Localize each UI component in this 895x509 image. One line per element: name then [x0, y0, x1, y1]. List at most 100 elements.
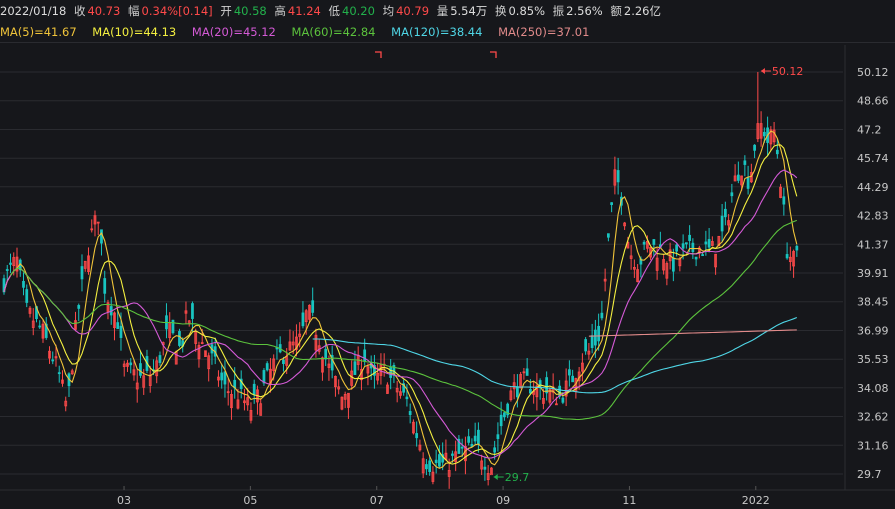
- candle-body: [363, 349, 367, 362]
- candle-body: [701, 254, 704, 257]
- y-tick-label: 38.45: [857, 296, 889, 309]
- candle-body: [743, 160, 747, 165]
- candle-body: [499, 414, 503, 427]
- candle-body: [561, 397, 565, 403]
- candle-body: [178, 331, 181, 346]
- x-tick-label: 09: [496, 494, 510, 507]
- candle-body: [434, 459, 438, 464]
- candle-body: [57, 372, 61, 375]
- candle-body: [691, 242, 695, 253]
- range-marker: [490, 51, 497, 58]
- candle-body: [129, 362, 133, 366]
- candle-body: [100, 229, 103, 244]
- candle-body: [408, 411, 412, 416]
- candle-body: [496, 434, 500, 439]
- y-tick-label: 39.91: [857, 267, 889, 280]
- candle-body: [607, 233, 610, 238]
- candle-body: [746, 177, 750, 189]
- candle-body: [707, 239, 711, 248]
- candle-body: [704, 241, 708, 245]
- high-annotation-label: 50.12: [772, 65, 804, 78]
- candle-body: [51, 359, 55, 362]
- candle-body: [415, 433, 419, 439]
- candle-body: [785, 254, 789, 259]
- candle-body: [616, 170, 620, 183]
- candle-body: [301, 312, 305, 327]
- candle-body: [22, 280, 25, 288]
- candle-body: [762, 131, 766, 137]
- ma120-line: [312, 316, 798, 394]
- x-tick-label: 05: [243, 494, 257, 507]
- candle-body: [223, 371, 227, 385]
- candle-body: [282, 359, 285, 364]
- candle-body: [477, 429, 480, 445]
- candle-body: [324, 348, 328, 360]
- candle-body: [191, 303, 194, 319]
- candle-body: [451, 453, 454, 456]
- y-tick-label: 44.29: [857, 181, 889, 194]
- candle-body: [80, 266, 84, 280]
- y-tick-label: 45.74: [857, 152, 889, 165]
- y-tick-label: 48.66: [857, 95, 889, 108]
- candle-body: [438, 454, 441, 467]
- ma5-line: [3, 130, 798, 469]
- candle-body: [671, 257, 675, 272]
- candle-body: [353, 361, 357, 375]
- candle-body: [730, 192, 734, 197]
- candle-body: [594, 329, 597, 346]
- candle-body: [77, 305, 81, 309]
- y-tick-label: 41.37: [857, 238, 889, 251]
- candlestick-chart[interactable]: 50.12 48.66 47.2 45.74 44.29 42.83 41.37 39.91 3…: [0, 0, 895, 509]
- candle-body: [568, 369, 571, 376]
- y-tick-label: 36.99: [857, 324, 889, 337]
- x-tick-label: 2022: [742, 494, 770, 507]
- candle-body: [103, 278, 107, 294]
- y-tick-label: 47.2: [857, 123, 882, 136]
- candle-body: [584, 339, 588, 352]
- candle-body: [9, 262, 12, 265]
- candle-body: [503, 412, 506, 418]
- candle-body: [753, 144, 756, 151]
- candle-body: [467, 436, 471, 443]
- candle-body: [642, 241, 646, 245]
- x-tick-label: 11: [622, 494, 636, 507]
- y-tick-label: 29.7: [857, 468, 882, 481]
- ma20-line: [3, 169, 798, 459]
- x-tick-label: 07: [370, 494, 384, 507]
- candle-body: [38, 325, 42, 328]
- candle-body: [652, 239, 656, 245]
- candle-body: [775, 149, 779, 155]
- candle-body: [720, 215, 724, 232]
- candle-body: [516, 386, 519, 398]
- candle-body: [600, 312, 604, 319]
- candle-body: [736, 174, 740, 181]
- candle-body: [460, 446, 464, 449]
- candle-body: [5, 269, 9, 271]
- candle-body: [597, 325, 601, 342]
- y-tick-label: 50.12: [857, 66, 889, 79]
- candle-body: [220, 372, 224, 381]
- candle-body: [425, 464, 428, 470]
- candle-body: [139, 363, 142, 376]
- candle-body: [493, 447, 497, 453]
- candle-body: [525, 368, 529, 376]
- low-annotation-head: [493, 474, 498, 480]
- high-annotation-head: [760, 68, 765, 74]
- candle-body: [116, 322, 120, 329]
- candle-body: [428, 460, 432, 473]
- candle-body: [590, 335, 594, 349]
- y-tick-label: 34.08: [857, 382, 889, 395]
- candle-body: [688, 234, 691, 241]
- y-tick-label: 32.62: [857, 411, 889, 424]
- low-annotation-label: 29.7: [505, 471, 530, 484]
- candle-body: [311, 300, 315, 313]
- candle-body: [158, 355, 162, 363]
- candle-body: [483, 466, 487, 470]
- candle-body: [119, 325, 123, 338]
- x-tick-label: 03: [117, 494, 131, 507]
- candle-body: [405, 396, 409, 400]
- candle-body: [723, 208, 727, 218]
- candle-body: [681, 243, 685, 249]
- candle-body: [782, 196, 786, 205]
- candle-body: [473, 435, 477, 442]
